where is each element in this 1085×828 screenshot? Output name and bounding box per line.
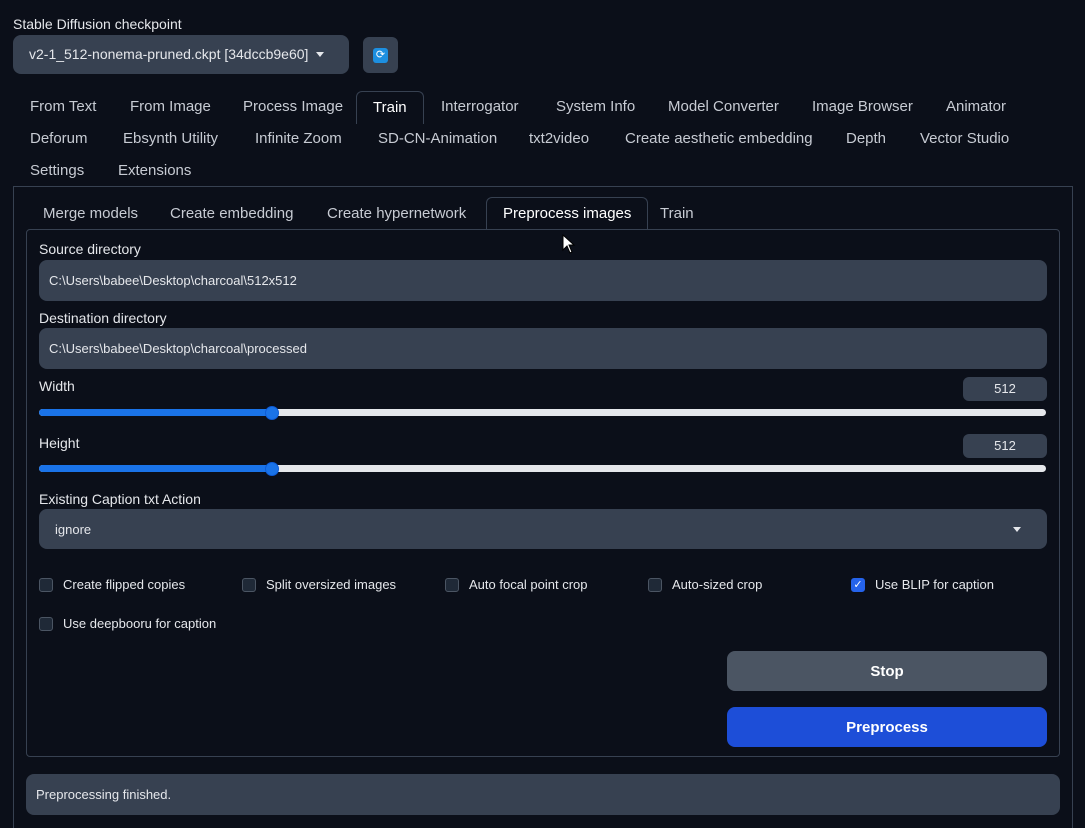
source-directory-label: Source directory — [39, 241, 141, 257]
width-slider-fill — [39, 409, 271, 416]
subtab-preprocess-images[interactable]: Preprocess images — [486, 197, 649, 230]
tab-animator[interactable]: Animator — [946, 91, 1006, 123]
create-flipped-copies-checkbox[interactable] — [39, 578, 53, 592]
tab-from-text[interactable]: From Text — [30, 91, 96, 123]
tab-create-aesthetic-embedding[interactable]: Create aesthetic embedding — [625, 123, 813, 155]
refresh-checkpoint-button[interactable]: ⟳ — [363, 37, 398, 73]
destination-directory-input[interactable]: C:\Users\babee\Desktop\charcoal\processe… — [39, 328, 1047, 369]
source-directory-input[interactable]: C:\Users\babee\Desktop\charcoal\512x512 — [39, 260, 1047, 301]
width-number-input[interactable]: 512 — [963, 377, 1047, 401]
checkmark-icon: ✓ — [853, 579, 863, 591]
create-flipped-copies-label: Create flipped copies — [63, 577, 186, 592]
destination-directory-label: Destination directory — [39, 310, 167, 326]
tab-interrogator[interactable]: Interrogator — [441, 91, 519, 123]
split-oversized-images-checkbox[interactable] — [242, 578, 256, 592]
tab-depth[interactable]: Depth — [846, 123, 886, 155]
width-slider[interactable] — [39, 406, 1046, 420]
auto-sized-crop-label: Auto-sized crop — [672, 577, 763, 592]
mouse-cursor-icon — [562, 234, 576, 254]
checkpoint-label: Stable Diffusion checkpoint — [13, 16, 182, 32]
auto-focal-point-crop-checkbox[interactable] — [445, 578, 459, 592]
chevron-down-icon — [1013, 527, 1021, 532]
refresh-icon: ⟳ — [373, 48, 388, 63]
split-oversized-images-label: Split oversized images — [266, 577, 397, 592]
use-deepbooru-for-caption-label: Use deepbooru for caption — [63, 616, 217, 631]
tab-sd-cn-animation[interactable]: SD-CN-Animation — [378, 123, 497, 155]
height-label: Height — [39, 435, 80, 451]
tab-from-image[interactable]: From Image — [130, 91, 211, 123]
width-slider-thumb[interactable] — [265, 406, 279, 420]
caption-action-label: Existing Caption txt Action — [39, 491, 201, 507]
stop-button[interactable]: Stop — [727, 651, 1047, 691]
tab-vector-studio[interactable]: Vector Studio — [920, 123, 1009, 155]
subtab-train[interactable]: Train — [660, 198, 694, 230]
use-deepbooru-for-caption-checkbox[interactable] — [39, 617, 53, 631]
tab-train[interactable]: Train — [356, 91, 424, 124]
use-blip-for-caption-checkbox[interactable]: ✓ — [851, 578, 865, 592]
height-slider-thumb[interactable] — [265, 462, 279, 476]
preprocess-button[interactable]: Preprocess — [727, 707, 1047, 747]
checkpoint-value: v2-1_512-nonema-pruned.ckpt [34dccb9e60] — [29, 46, 309, 62]
chevron-down-icon — [316, 52, 324, 57]
checkpoint-dropdown[interactable]: v2-1_512-nonema-pruned.ckpt [34dccb9e60] — [13, 35, 349, 74]
tab-settings[interactable]: Settings — [30, 155, 84, 187]
subtab-merge-models[interactable]: Merge models — [43, 198, 138, 230]
status-message: Preprocessing finished. — [26, 774, 1060, 815]
tab-model-converter[interactable]: Model Converter — [668, 91, 779, 123]
tab-image-browser[interactable]: Image Browser — [812, 91, 913, 123]
tab-extensions[interactable]: Extensions — [118, 155, 191, 187]
subtab-create-embedding[interactable]: Create embedding — [170, 198, 293, 230]
use-blip-for-caption-label: Use BLIP for caption — [875, 577, 994, 592]
tab-ebsynth-utility[interactable]: Ebsynth Utility — [123, 123, 218, 155]
tab-system-info[interactable]: System Info — [556, 91, 635, 123]
height-slider-fill — [39, 465, 271, 472]
tab-process-image[interactable]: Process Image — [243, 91, 343, 123]
auto-sized-crop-checkbox[interactable] — [648, 578, 662, 592]
auto-focal-point-crop-label: Auto focal point crop — [469, 577, 588, 592]
tab-infinite-zoom[interactable]: Infinite Zoom — [255, 123, 342, 155]
subtab-create-hypernetwork[interactable]: Create hypernetwork — [327, 198, 466, 230]
tab-txt2video[interactable]: txt2video — [529, 123, 589, 155]
width-label: Width — [39, 378, 75, 394]
caption-action-value: ignore — [55, 521, 92, 537]
caption-action-dropdown[interactable]: ignore — [39, 509, 1047, 549]
height-slider[interactable] — [39, 462, 1046, 476]
tab-deforum[interactable]: Deforum — [30, 123, 88, 155]
height-number-input[interactable]: 512 — [963, 434, 1047, 458]
